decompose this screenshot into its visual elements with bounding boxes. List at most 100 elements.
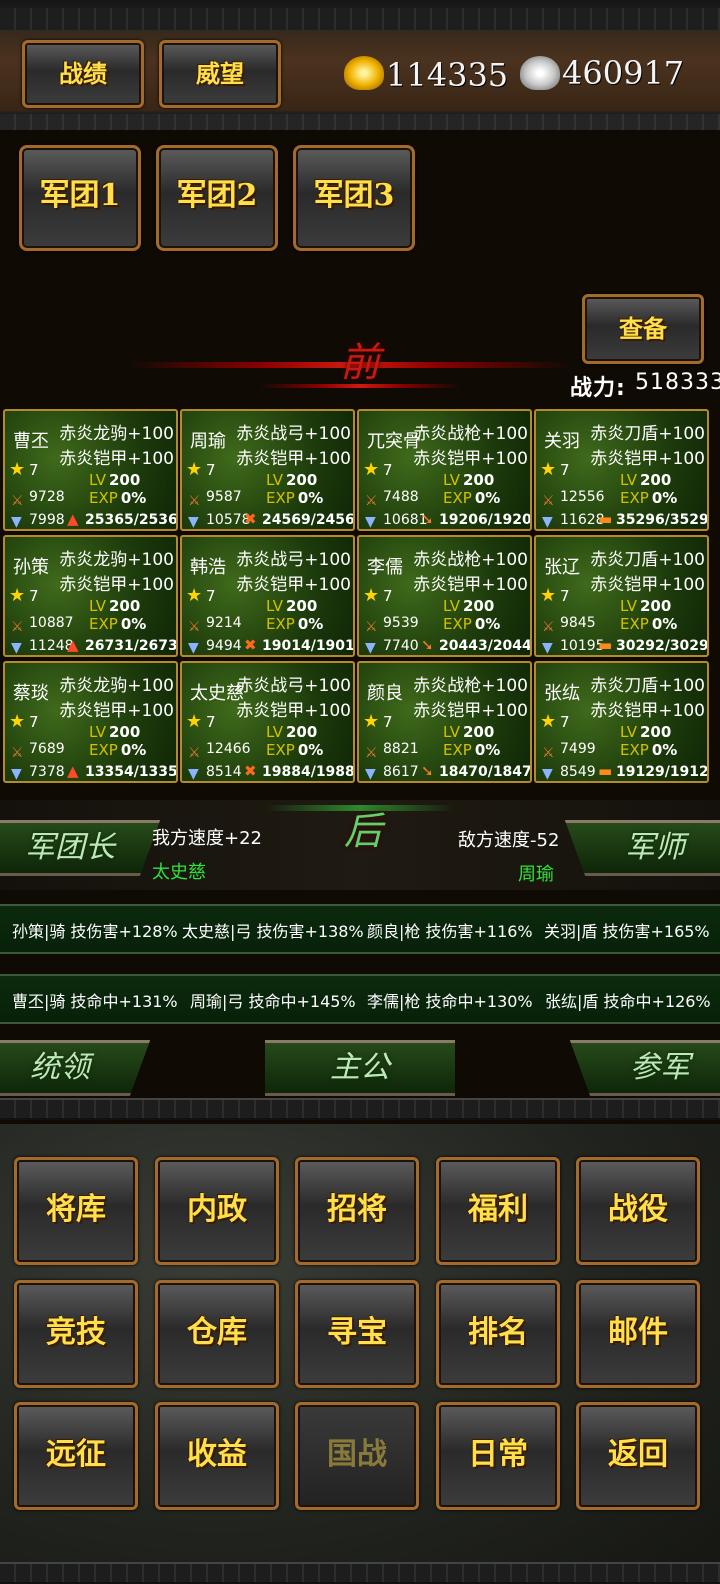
- general-card[interactable]: 兀突骨 赤炎战枪+100 赤炎铠甲+100 ★ 7 LV 200 EXP 0% ⚔ 7488 ▼ 10…: [357, 409, 532, 531]
- legion-1-tab[interactable]: 军团1: [19, 145, 141, 251]
- menu-button[interactable]: 收益: [155, 1402, 279, 1510]
- level-exp: LV 200 EXP 0%: [89, 471, 176, 507]
- general-card[interactable]: 曹丕 赤炎龙驹+100 赤炎铠甲+100 ★ 7 LV 200 EXP 0% ⚔ 9728 ▼ 799…: [3, 409, 178, 531]
- equipment-2: 赤炎铠甲+100: [590, 701, 705, 721]
- defense-value: 7378: [29, 764, 65, 780]
- general-card[interactable]: 周瑜 赤炎战弓+100 赤炎铠甲+100 ★ 7 LV 200 EXP 0% ⚔ 9587 ▼ 105…: [180, 409, 355, 531]
- general-card[interactable]: 李儒 赤炎战枪+100 赤炎铠甲+100 ★ 7 LV 200 EXP 0% ⚔ 9539 ▼ 774…: [357, 535, 532, 657]
- hit-bonus-item: 李儒|枪 技命中+130%: [367, 992, 533, 1011]
- general-card[interactable]: 颜良 赤炎战枪+100 赤炎铠甲+100 ★ 7 LV 200 EXP 0% ⚔ 8821 ▼ 861…: [357, 661, 532, 783]
- menu-button[interactable]: 国战: [295, 1402, 419, 1510]
- sword-icon: ⚔: [188, 745, 201, 761]
- section-divider: [0, 1098, 720, 1120]
- damage-bonus-item: 关羽|盾 技伤害+165%: [544, 922, 710, 941]
- star-count: 7: [560, 713, 570, 731]
- exp-value: 0%: [474, 615, 501, 633]
- general-name: 孙策: [13, 557, 49, 578]
- menu-button[interactable]: 内政: [155, 1157, 279, 1265]
- troops-value: 35296/35296: [616, 512, 709, 528]
- general-card[interactable]: 关羽 赤炎刀盾+100 赤炎铠甲+100 ★ 7 LV 200 EXP 0% ⚔ 12556 ▼ 11…: [534, 409, 709, 531]
- exp-value: 0%: [651, 741, 678, 759]
- level-value: 200: [108, 471, 141, 489]
- exp-label: EXP: [443, 489, 472, 507]
- troops-value: 13354/13354: [85, 764, 178, 780]
- level-exp: LV 200 EXP 0%: [89, 723, 176, 759]
- top-stripe: [0, 8, 720, 30]
- spear-icon: ➘: [421, 510, 434, 528]
- level-exp: LV 200 EXP 0%: [89, 597, 176, 633]
- armor-icon: ▼: [11, 640, 22, 656]
- menu-button[interactable]: 远征: [14, 1402, 138, 1510]
- sword-icon: ⚔: [542, 493, 555, 509]
- attack-value: 9214: [206, 615, 242, 631]
- equipment-1: 赤炎龙驹+100: [59, 424, 174, 444]
- exp-value: 0%: [651, 615, 678, 633]
- attack-value: 9728: [29, 489, 65, 505]
- lv-label: LV: [443, 597, 460, 615]
- menu-button[interactable]: 福利: [436, 1157, 560, 1265]
- check-button[interactable]: 查备: [582, 294, 704, 364]
- menu-button[interactable]: 返回: [576, 1402, 700, 1510]
- armor-icon: ▼: [188, 640, 199, 656]
- defense-value: 8514: [206, 764, 242, 780]
- sword-icon: ⚔: [365, 745, 378, 761]
- menu-button[interactable]: 战役: [576, 1157, 700, 1265]
- equipment-2: 赤炎铠甲+100: [413, 575, 528, 595]
- power-value: 518333: [635, 370, 720, 395]
- exp-value: 0%: [651, 489, 678, 507]
- equipment-2: 赤炎铠甲+100: [236, 575, 351, 595]
- menu-button[interactable]: 寻宝: [295, 1280, 419, 1388]
- menu-button[interactable]: 仓库: [155, 1280, 279, 1388]
- equipment-2: 赤炎铠甲+100: [413, 449, 528, 469]
- menu-button[interactable]: 竞技: [14, 1280, 138, 1388]
- lv-label: LV: [443, 471, 460, 489]
- exp-label: EXP: [620, 741, 649, 759]
- menu-button[interactable]: 招将: [295, 1157, 419, 1265]
- equipment-2: 赤炎铠甲+100: [59, 575, 174, 595]
- legion-2-tab[interactable]: 军团2: [156, 145, 278, 251]
- exp-value: 0%: [297, 741, 324, 759]
- commander-plaque-label: 军团长: [24, 830, 116, 865]
- exp-value: 0%: [120, 615, 147, 633]
- general-name: 韩浩: [190, 557, 226, 578]
- menu-button[interactable]: 日常: [436, 1402, 560, 1510]
- attack-value: 9845: [560, 615, 596, 631]
- general-card[interactable]: 蔡琰 赤炎龙驹+100 赤炎铠甲+100 ★ 7 LV 200 EXP 0% ⚔ 7689 ▼ 737…: [3, 661, 178, 783]
- menu-button[interactable]: 将库: [14, 1157, 138, 1265]
- troops-value: 19129/19129: [616, 764, 709, 780]
- menu-button[interactable]: 排名: [436, 1280, 560, 1388]
- silver-value: 460917: [562, 54, 685, 92]
- star-icon: ★: [363, 459, 380, 480]
- attack-value: 7689: [29, 741, 65, 757]
- star-count: 7: [383, 713, 393, 731]
- general-card[interactable]: 张纮 赤炎刀盾+100 赤炎铠甲+100 ★ 7 LV 200 EXP 0% ⚔ 7499 ▼ 854…: [534, 661, 709, 783]
- exp-label: EXP: [89, 741, 118, 759]
- troops-value: 30292/30292: [616, 638, 709, 654]
- exp-value: 0%: [297, 615, 324, 633]
- star-count: 7: [29, 461, 39, 479]
- star-icon: ★: [9, 585, 26, 606]
- equipment-2: 赤炎铠甲+100: [59, 701, 174, 721]
- hit-bonus-item: 张纮|盾 技命中+126%: [545, 992, 711, 1011]
- record-button[interactable]: 战绩: [22, 40, 144, 108]
- star-icon: ★: [9, 459, 26, 480]
- prestige-button[interactable]: 威望: [159, 40, 281, 108]
- defense-value: 7998: [29, 512, 65, 528]
- general-card[interactable]: 太史慈 赤炎战弓+100 赤炎铠甲+100 ★ 7 LV 200 EXP 0% ⚔ 12466 ▼ 8…: [180, 661, 355, 783]
- armor-icon: ▼: [188, 766, 199, 782]
- general-card[interactable]: 张辽 赤炎刀盾+100 赤炎铠甲+100 ★ 7 LV 200 EXP 0% ⚔ 9845 ▼ 101…: [534, 535, 709, 657]
- star-count: 7: [383, 461, 393, 479]
- cross-icon: ✖: [244, 762, 257, 780]
- menu-button[interactable]: 邮件: [576, 1280, 700, 1388]
- general-card[interactable]: 孙策 赤炎龙驹+100 赤炎铠甲+100 ★ 7 LV 200 EXP 0% ⚔ 10887 ▼ 11…: [3, 535, 178, 657]
- armor-icon: ▼: [11, 766, 22, 782]
- armor-icon: ▼: [542, 766, 553, 782]
- general-card[interactable]: 韩浩 赤炎战弓+100 赤炎铠甲+100 ★ 7 LV 200 EXP 0% ⚔ 9214 ▼ 949…: [180, 535, 355, 657]
- level-value: 200: [108, 597, 141, 615]
- legion-3-tab[interactable]: 军团3: [293, 145, 415, 251]
- star-count: 7: [206, 713, 216, 731]
- top-stripe-bottom: [0, 114, 720, 130]
- hit-bonus-item: 周瑜|弓 技命中+145%: [190, 992, 356, 1011]
- our-commander-name: 太史慈: [152, 862, 206, 883]
- troops-value: 19206/19206: [439, 512, 532, 528]
